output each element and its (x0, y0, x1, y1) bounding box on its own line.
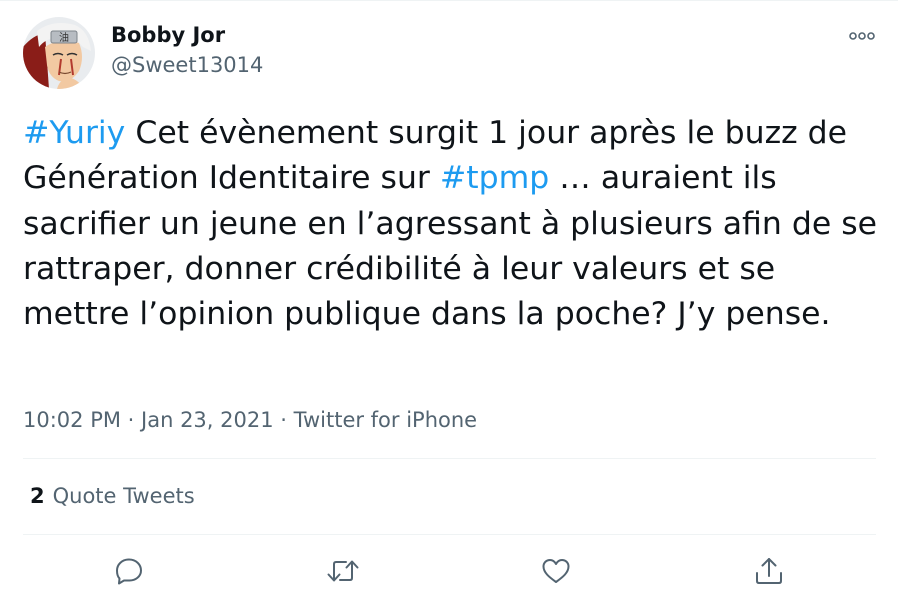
avatar[interactable]: 油 (23, 17, 95, 89)
tweet-meta: 10:02 PM · Jan 23, 2021 · Twitter for iP… (23, 405, 477, 435)
author-handle[interactable]: @Sweet13014 (111, 51, 263, 79)
divider (23, 534, 876, 535)
share-icon (756, 558, 782, 584)
author-display-name[interactable]: Bobby Jor (111, 21, 225, 49)
avatar-image: 油 (23, 17, 95, 89)
tweet-time[interactable]: 10:02 PM (23, 408, 121, 432)
more-dots-icon (849, 32, 875, 40)
more-options-button[interactable] (844, 22, 880, 50)
avatar-forehead-glyph: 油 (59, 31, 69, 44)
hashtag-link-yuriy[interactable]: #Yuriy (23, 115, 125, 151)
divider (23, 458, 876, 459)
like-button[interactable] (536, 552, 576, 590)
tweet-source[interactable]: Twitter for iPhone (294, 408, 478, 432)
reply-button[interactable] (109, 552, 149, 590)
retweet-icon (327, 560, 359, 582)
meta-separator: · (273, 408, 294, 432)
reply-icon (116, 558, 142, 585)
tweet-text: #Yuriy Cet évènement surgit 1 jour après… (23, 111, 881, 337)
quote-tweets-stat[interactable]: 2 Quote Tweets (30, 481, 195, 511)
top-divider (0, 0, 898, 1)
meta-separator: · (120, 408, 142, 432)
tweet-date[interactable]: Jan 23, 2021 (141, 408, 274, 432)
quote-tweets-count: 2 (30, 484, 45, 508)
heart-icon (542, 559, 570, 583)
share-button[interactable] (749, 552, 789, 590)
quote-tweets-label: Quote Tweets (52, 484, 195, 508)
hashtag-link-tpmp[interactable]: #tpmp (440, 160, 549, 196)
retweet-button[interactable] (323, 552, 363, 590)
